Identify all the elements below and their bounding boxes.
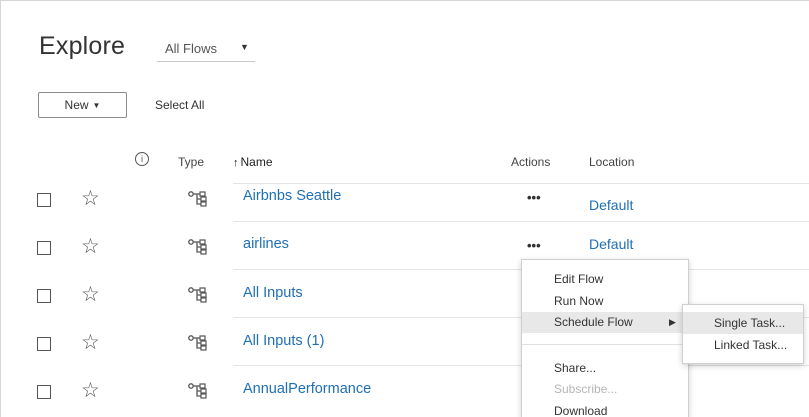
chevron-down-icon: ▼: [92, 101, 101, 110]
column-header-name-label: Name: [240, 155, 273, 169]
flow-name-link[interactable]: Airbnbs Seattle: [243, 188, 341, 204]
row-checkbox[interactable]: [37, 289, 51, 303]
row-checkbox[interactable]: [37, 385, 51, 399]
column-header-name[interactable]: ↑ Name: [233, 155, 273, 169]
menu-item-subscribe: Subscribe...: [554, 382, 618, 396]
page-title: Explore: [39, 32, 126, 60]
star-outline-icon[interactable]: ☆: [81, 332, 100, 353]
menu-item-schedule-flow[interactable]: Schedule Flow ▶: [522, 312, 688, 333]
more-actions-icon[interactable]: •••: [527, 190, 541, 205]
schedule-flow-submenu: Single Task... Linked Task...: [682, 304, 804, 364]
star-outline-icon[interactable]: ☆: [81, 188, 100, 209]
new-button[interactable]: New ▼: [38, 92, 127, 118]
sort-ascending-icon: ↑: [233, 157, 239, 169]
menu-divider: [522, 344, 688, 345]
select-all-button[interactable]: Select All: [155, 98, 204, 112]
menu-item-edit-flow[interactable]: Edit Flow: [522, 269, 688, 290]
row-checkbox[interactable]: [37, 337, 51, 351]
column-header-location[interactable]: Location: [589, 155, 634, 169]
column-header-actions: Actions: [511, 155, 551, 169]
new-button-label: New: [64, 98, 89, 112]
menu-item-share[interactable]: Share...: [522, 358, 688, 379]
flow-type-icon: [188, 383, 207, 399]
flows-filter-dropdown[interactable]: All Flows ▼: [157, 38, 255, 62]
star-outline-icon[interactable]: ☆: [81, 236, 100, 257]
row-checkbox[interactable]: [37, 241, 51, 255]
info-icon[interactable]: i: [135, 152, 149, 166]
flow-type-icon: [188, 287, 207, 303]
submenu-item-single-task[interactable]: Single Task...: [683, 312, 803, 334]
location-link[interactable]: Default: [589, 236, 633, 252]
flow-type-icon: [188, 239, 207, 255]
more-actions-icon[interactable]: •••: [527, 238, 541, 253]
submenu-item-linked-task[interactable]: Linked Task...: [683, 334, 803, 356]
column-header-type[interactable]: Type: [178, 155, 204, 169]
star-outline-icon[interactable]: ☆: [81, 380, 100, 401]
star-outline-icon[interactable]: ☆: [81, 284, 100, 305]
flow-name-link[interactable]: All Inputs (1): [243, 333, 324, 349]
chevron-right-icon: ▶: [669, 317, 676, 327]
flow-name-link[interactable]: airlines: [243, 236, 289, 252]
flow-type-icon: [188, 191, 207, 207]
table-row[interactable]: ☆ Airbnbs Seattle ••• Default: [1, 178, 809, 226]
menu-item-run-now[interactable]: Run Now: [522, 291, 688, 312]
row-checkbox[interactable]: [37, 193, 51, 207]
actions-context-menu: Edit Flow Run Now Schedule Flow ▶ Share.…: [521, 259, 689, 417]
location-link[interactable]: Default: [589, 197, 633, 213]
menu-item-label: Schedule Flow: [554, 315, 633, 329]
flow-type-icon: [188, 335, 207, 351]
row-divider: [233, 221, 809, 222]
chevron-down-icon: ▼: [240, 42, 249, 52]
flow-name-link[interactable]: All Inputs: [243, 285, 303, 301]
filter-label: All Flows: [165, 41, 218, 56]
explore-page: Explore All Flows ▼ New ▼ Select All i Ty…: [0, 0, 809, 417]
flow-name-link[interactable]: AnnualPerformance: [243, 381, 371, 397]
menu-item-download[interactable]: Download: [522, 401, 688, 417]
